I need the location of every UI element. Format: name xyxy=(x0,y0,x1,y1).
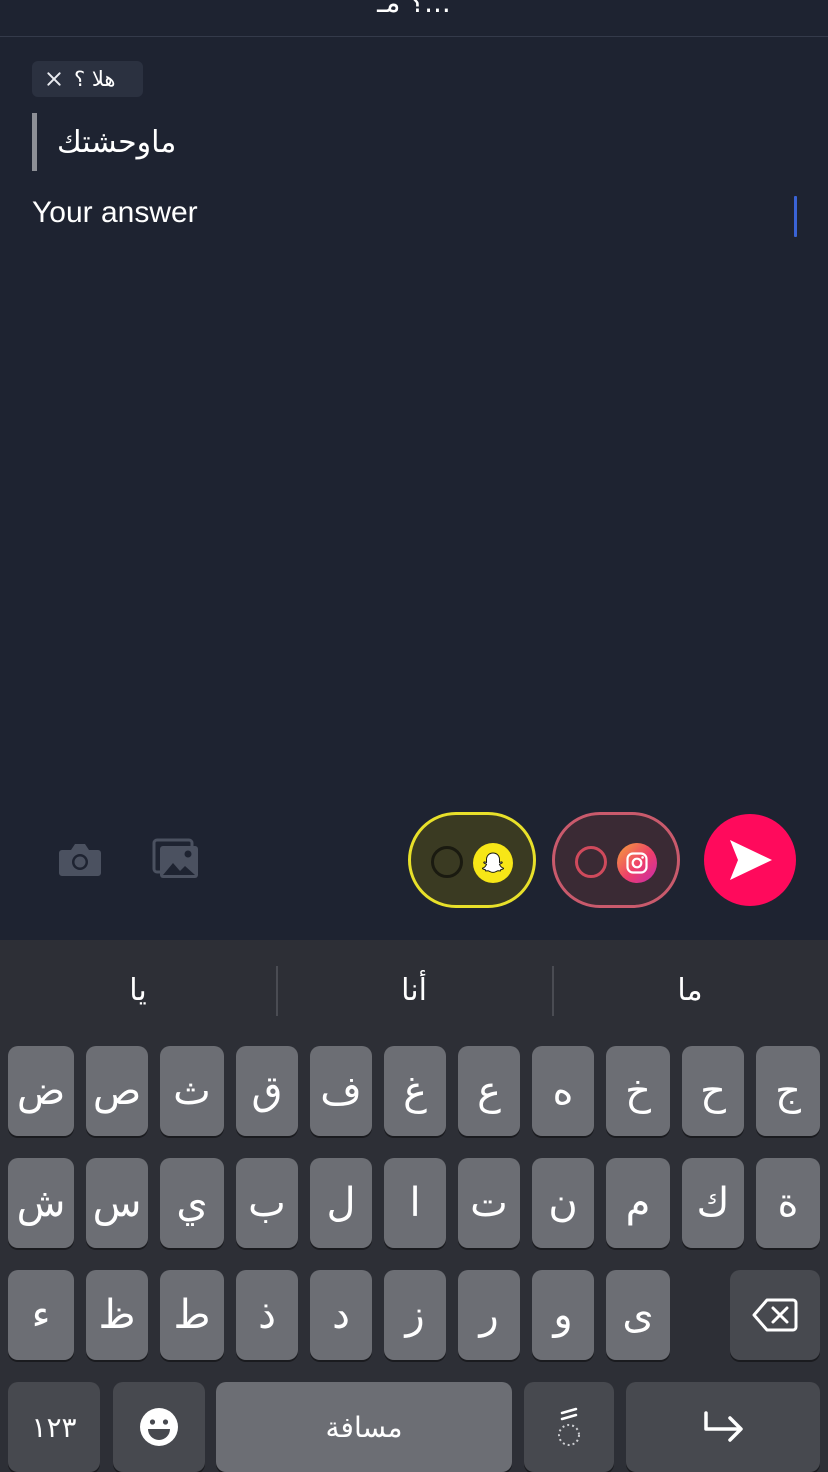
suggestion[interactable]: يا xyxy=(0,940,276,1040)
share-snapchat-toggle[interactable] xyxy=(408,812,536,908)
snapchat-icon xyxy=(473,843,513,883)
suggestion[interactable]: أنا xyxy=(276,940,552,1040)
key[interactable]: و xyxy=(532,1270,594,1360)
key[interactable]: ث xyxy=(160,1046,224,1136)
return-icon xyxy=(704,1411,743,1442)
backspace-icon xyxy=(752,1298,798,1332)
key[interactable]: د xyxy=(310,1270,372,1360)
answer-input[interactable]: Your answer xyxy=(32,196,802,238)
key[interactable]: س xyxy=(86,1158,148,1248)
space-key[interactable]: مسافة xyxy=(216,1382,512,1472)
share-instagram-toggle[interactable] xyxy=(552,812,680,908)
key[interactable]: م xyxy=(606,1158,670,1248)
backspace-key[interactable] xyxy=(730,1270,820,1360)
gallery-icon[interactable] xyxy=(152,838,200,880)
return-key[interactable] xyxy=(626,1382,820,1472)
key[interactable]: ى xyxy=(606,1270,670,1360)
emoji-key[interactable] xyxy=(113,1382,205,1472)
close-icon[interactable] xyxy=(44,69,64,89)
key[interactable]: ل xyxy=(310,1158,372,1248)
key[interactable]: خ xyxy=(606,1046,670,1136)
numbers-key[interactable]: ١٢٣ xyxy=(8,1382,100,1472)
send-button[interactable] xyxy=(704,814,796,906)
emoji-icon xyxy=(140,1408,178,1446)
diacritic-key[interactable] xyxy=(524,1382,614,1472)
keyboard: يا أنا ما ض ص ث ق ف غ ع ه خ ح ج ش س ي ب … xyxy=(0,940,828,1472)
key[interactable]: ء xyxy=(8,1270,74,1360)
key[interactable]: ه xyxy=(532,1046,594,1136)
send-icon xyxy=(730,840,772,880)
key[interactable]: ج xyxy=(756,1046,820,1136)
key[interactable]: ا xyxy=(384,1158,446,1248)
key[interactable]: ن xyxy=(532,1158,594,1248)
question-text: هلا ؟ xyxy=(74,67,116,91)
suggestion[interactable]: ما xyxy=(552,940,828,1040)
instagram-radio xyxy=(575,846,607,878)
key[interactable]: ة xyxy=(756,1158,820,1248)
suggestion-bar: يا أنا ما xyxy=(0,940,828,1040)
key[interactable]: ض xyxy=(8,1046,74,1136)
top-bar: ؟ مـ... xyxy=(0,0,828,37)
question-chip: هلا ؟ xyxy=(32,61,143,97)
key[interactable]: ظ xyxy=(86,1270,148,1360)
camera-icon[interactable] xyxy=(58,842,102,878)
quoted-message: ماوحشتك xyxy=(32,113,176,171)
page-title: ؟ مـ... xyxy=(377,0,451,19)
key[interactable]: ح xyxy=(682,1046,744,1136)
text-cursor xyxy=(794,196,797,237)
key[interactable]: ي xyxy=(160,1158,224,1248)
key[interactable]: ت xyxy=(458,1158,520,1248)
key[interactable]: غ xyxy=(384,1046,446,1136)
quoted-message-text: ماوحشتك xyxy=(57,124,177,160)
answer-placeholder: Your answer xyxy=(32,196,198,229)
key[interactable]: ص xyxy=(86,1046,148,1136)
diacritic-icon xyxy=(558,1407,580,1446)
key[interactable]: ش xyxy=(8,1158,74,1248)
key[interactable]: ف xyxy=(310,1046,372,1136)
key[interactable]: ط xyxy=(160,1270,224,1360)
key[interactable]: ك xyxy=(682,1158,744,1248)
key[interactable]: ع xyxy=(458,1046,520,1136)
instagram-icon xyxy=(617,843,657,883)
key[interactable]: ر xyxy=(458,1270,520,1360)
key[interactable]: ز xyxy=(384,1270,446,1360)
snapchat-radio xyxy=(431,846,463,878)
key[interactable]: ذ xyxy=(236,1270,298,1360)
key[interactable]: ب xyxy=(236,1158,298,1248)
key[interactable]: ق xyxy=(236,1046,298,1136)
